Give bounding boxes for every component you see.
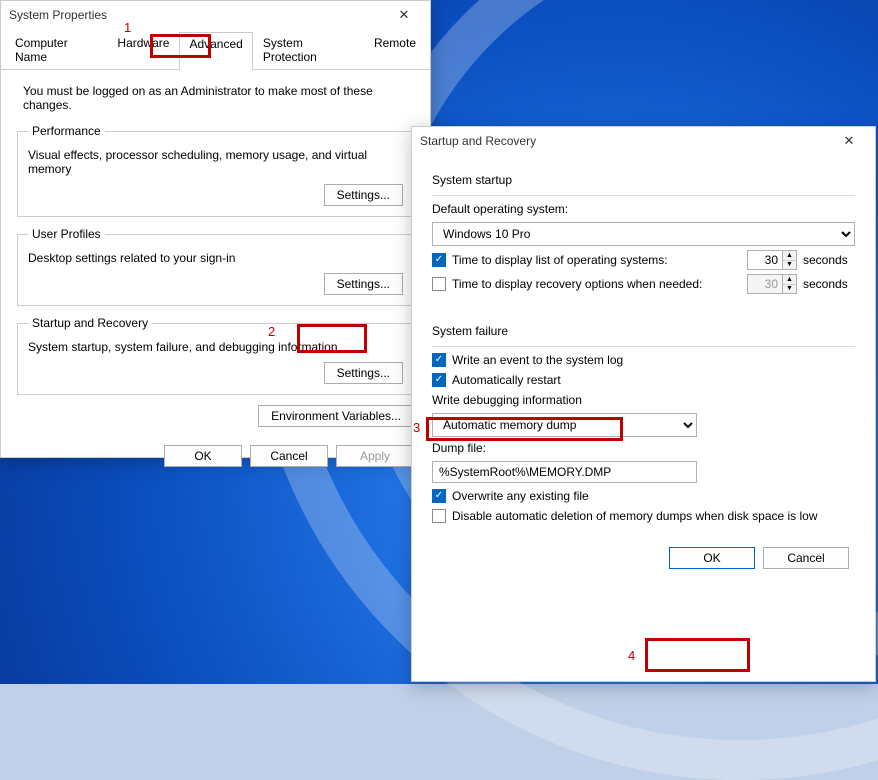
chevron-up-icon[interactable]: ▲ [783,251,796,261]
spinner-arrows[interactable]: ▲▼ [782,251,796,269]
dump-file-input[interactable] [432,461,697,483]
auto-restart-checkbox[interactable]: ✓ [432,373,446,387]
dialog-buttons: OK Cancel [412,535,875,585]
write-event-label: Write an event to the system log [452,353,623,367]
system-failure-heading: System failure [432,324,855,338]
display-recovery-checkbox[interactable] [432,277,446,291]
close-icon: ✕ [844,133,855,149]
overwrite-checkbox[interactable]: ✓ [432,489,446,503]
default-os-select[interactable]: Windows 10 Pro [432,222,855,246]
display-os-list-value[interactable] [748,251,782,269]
user-profiles-group: User Profiles Desktop settings related t… [17,227,414,306]
display-os-list-spinner[interactable]: ▲▼ [747,250,797,270]
environment-variables-button[interactable]: Environment Variables... [258,405,414,427]
startup-recovery-legend: Startup and Recovery [28,316,152,330]
dbg-info-select[interactable]: Automatic memory dump [432,413,697,437]
close-icon: ✕ [399,7,410,23]
dbg-info-label: Write debugging information [432,393,855,407]
tab-strip: Computer Name Hardware Advanced System P… [1,31,430,70]
tab-system-protection[interactable]: System Protection [253,31,364,69]
disable-auto-delete-checkbox[interactable] [432,509,446,523]
display-recovery-value[interactable] [748,275,782,293]
startup-recovery-settings-button[interactable]: Settings... [324,362,403,384]
window-title: System Properties [9,8,107,22]
user-profiles-legend: User Profiles [28,227,105,241]
tab-content: You must be logged on as an Administrato… [1,70,430,437]
apply-button[interactable]: Apply [336,445,414,467]
user-profiles-desc: Desktop settings related to your sign-in [28,251,403,265]
performance-desc: Visual effects, processor scheduling, me… [28,148,403,176]
chevron-down-icon[interactable]: ▼ [783,261,796,270]
display-os-list-checkbox[interactable]: ✓ [432,253,446,267]
chevron-up-icon[interactable]: ▲ [783,275,796,285]
display-recovery-spinner[interactable]: ▲▼ [747,274,797,294]
startup-recovery-window: Startup and Recovery ✕ System startup De… [411,126,876,682]
titlebar: Startup and Recovery ✕ [412,127,875,153]
dialog-buttons: OK Cancel Apply [1,437,430,479]
seconds-label: seconds [803,253,855,267]
tab-computer-name[interactable]: Computer Name [5,31,107,69]
tab-advanced[interactable]: Advanced [179,32,252,70]
performance-group: Performance Visual effects, processor sc… [17,124,414,217]
window-title: Startup and Recovery [420,134,536,148]
system-startup-heading: System startup [432,173,855,187]
divider [432,346,855,347]
dump-file-label: Dump file: [432,441,855,455]
display-os-list-label: Time to display list of operating system… [452,253,741,267]
seconds-label: seconds [803,277,855,291]
disable-auto-delete-label: Disable automatic deletion of memory dum… [452,509,818,523]
auto-restart-label: Automatically restart [452,373,561,387]
display-recovery-label: Time to display recovery options when ne… [452,277,741,291]
tab-remote[interactable]: Remote [364,31,426,69]
ok-button[interactable]: OK [669,547,755,569]
cancel-button[interactable]: Cancel [763,547,849,569]
user-profiles-settings-button[interactable]: Settings... [324,273,403,295]
cancel-button[interactable]: Cancel [250,445,328,467]
close-button[interactable]: ✕ [831,131,867,151]
titlebar: System Properties ✕ [1,1,430,27]
ok-button[interactable]: OK [164,445,242,467]
default-os-label: Default operating system: [432,202,855,216]
performance-settings-button[interactable]: Settings... [324,184,403,206]
dialog-body: System startup Default operating system:… [412,153,875,535]
spinner-arrows[interactable]: ▲▼ [782,275,796,293]
chevron-down-icon[interactable]: ▼ [783,285,796,294]
performance-legend: Performance [28,124,105,138]
overwrite-label: Overwrite any existing file [452,489,589,503]
startup-recovery-desc: System startup, system failure, and debu… [28,340,403,354]
startup-recovery-group: Startup and Recovery System startup, sys… [17,316,414,395]
divider [432,195,855,196]
admin-hint: You must be logged on as an Administrato… [23,84,414,112]
write-event-checkbox[interactable]: ✓ [432,353,446,367]
close-button[interactable]: ✕ [386,5,422,25]
system-properties-window: System Properties ✕ Computer Name Hardwa… [0,0,431,458]
tab-hardware[interactable]: Hardware [107,31,179,69]
